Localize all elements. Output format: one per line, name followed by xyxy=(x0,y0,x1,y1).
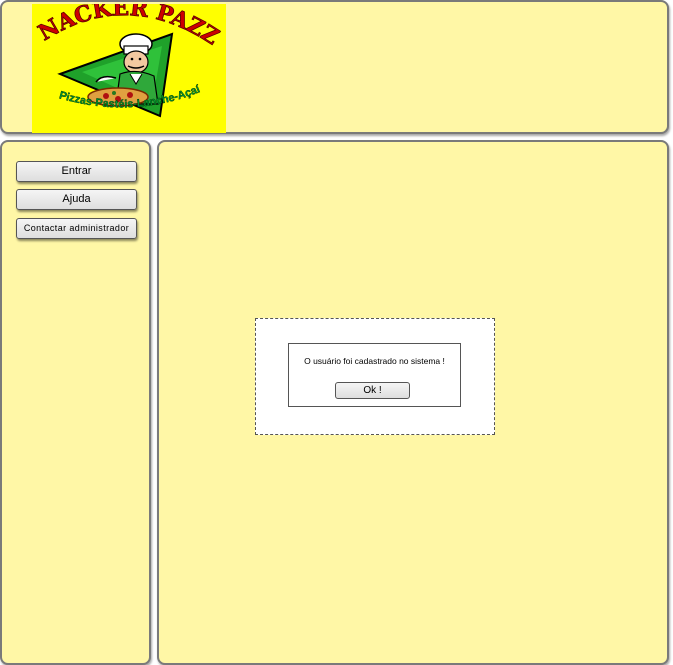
sidebar-panel: Entrar Ajuda Contactar administrador xyxy=(0,140,151,665)
logo-image: SNACKER PAZZA Pizzas-Pastéis-Lanche-Açaí xyxy=(32,4,226,133)
dialog-message: O usuário foi cadastrado no sistema ! xyxy=(304,356,445,366)
dialog-overlay: O usuário foi cadastrado no sistema ! Ok… xyxy=(255,318,495,435)
ok-button[interactable]: Ok ! xyxy=(335,382,410,399)
logo: SNACKER PAZZA Pizzas-Pastéis-Lanche-Açaí xyxy=(32,4,226,133)
header-panel: SNACKER PAZZA Pizzas-Pastéis-Lanche-Açaí xyxy=(0,0,669,134)
contactar-administrador-button[interactable]: Contactar administrador xyxy=(16,218,137,239)
confirmation-dialog: O usuário foi cadastrado no sistema ! Ok… xyxy=(288,343,461,407)
entrar-button[interactable]: Entrar xyxy=(16,161,137,182)
main-panel: O usuário foi cadastrado no sistema ! Ok… xyxy=(157,140,669,665)
ajuda-button[interactable]: Ajuda xyxy=(16,189,137,210)
